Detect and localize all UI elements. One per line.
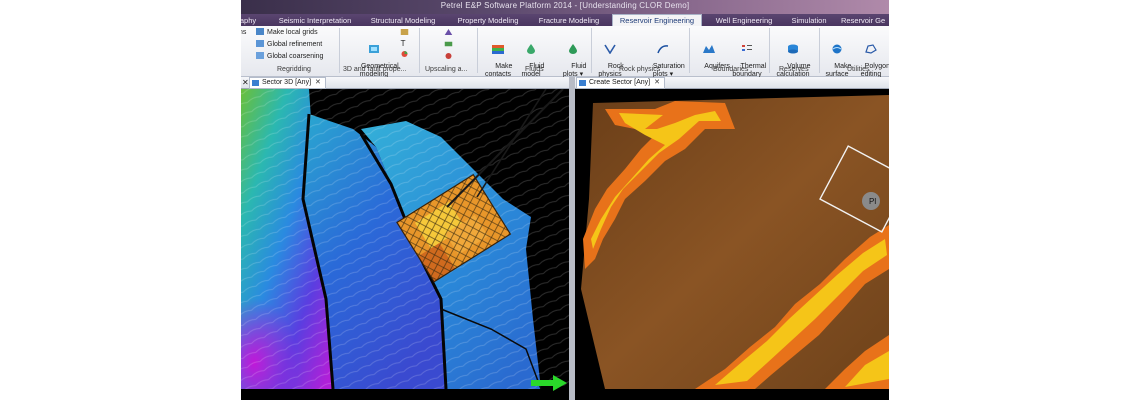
tab-seismic-interpretation[interactable]: Seismic Interpretation: [272, 15, 358, 26]
tab-property-modeling[interactable]: Property Modeling: [449, 15, 527, 26]
group-separator: [819, 28, 820, 73]
tab-reservoir-geomechanics[interactable]: Reservoir Ge: [841, 15, 889, 26]
geometry-icon: [369, 45, 379, 53]
tab-well-engineering[interactable]: Well Engineering: [709, 15, 779, 26]
surface-icon: [832, 44, 842, 54]
grid-icon: [256, 52, 264, 59]
contacts-icon: [492, 45, 504, 54]
sector-map-canvas: Pl: [581, 95, 889, 389]
3d-model-canvas: [241, 88, 569, 391]
petrel-window: Petrel E&P Software Platform 2014 - [Und…: [241, 0, 889, 400]
grid-icon: [400, 29, 408, 35]
group-separator: [689, 28, 690, 73]
rock-icon: [604, 44, 616, 54]
map-surface: [581, 95, 889, 389]
fluid-icon: [569, 44, 577, 54]
ribbon-tab-bar: aphy Seismic Interpretation Structural M…: [241, 14, 889, 27]
left-view-header: ✕ Sector 3D [Any] ✕: [241, 77, 569, 89]
upscale-icon: [445, 53, 451, 59]
saturation-icon: [657, 45, 669, 54]
upscaling-tool-button[interactable]: [441, 28, 455, 61]
group-label-boundaries: Boundaries: [713, 66, 749, 73]
make-local-grids-button[interactable]: Make local grids: [256, 28, 318, 37]
grid-icon: [256, 40, 264, 47]
thermal-icon: [742, 45, 752, 51]
group-separator: [339, 28, 340, 73]
group-label-fluids: Fluids: [525, 66, 544, 73]
fault-property-tool-button[interactable]: T: [398, 28, 410, 59]
group-label-rock-physics: Rock physics: [619, 66, 661, 73]
ribbon: ns Make local grids Global refinement Gl…: [241, 26, 889, 78]
volume-icon: [788, 44, 798, 54]
ribbon-fragment-ns: ns: [241, 29, 247, 36]
tab-sector-3d[interactable]: Sector 3D [Any] ✕: [249, 77, 326, 89]
window-title: Petrel E&P Software Platform 2014 - [Und…: [440, 1, 690, 10]
upscale-icon: [444, 41, 452, 47]
tab-geophysics[interactable]: aphy: [241, 15, 261, 26]
grid-icon: [256, 28, 264, 35]
close-icon[interactable]: ✕: [242, 78, 249, 87]
tab-fracture-modeling[interactable]: Fracture Modeling: [534, 15, 604, 26]
view-icon: [579, 80, 586, 86]
svg-text:T: T: [400, 39, 406, 47]
close-icon[interactable]: ✕: [315, 79, 321, 86]
selection-handle-label: Pl: [869, 197, 876, 206]
group-label-reserves: Reserves: [779, 66, 809, 73]
upscale-icon: [444, 29, 452, 35]
group-label-3d-fault-properties: 3D and fault prope...: [343, 66, 407, 73]
group-separator: [591, 28, 592, 73]
pie-icon: [401, 51, 407, 57]
text-icon: T: [400, 39, 406, 47]
global-coarsening-button[interactable]: Global coarsening: [256, 52, 323, 61]
group-label-upscaling: Upscaling a...: [425, 66, 468, 73]
group-label-regridding: Regridding: [277, 66, 311, 73]
group-label-utilities: Utilities: [847, 66, 870, 73]
group-separator: [769, 28, 770, 73]
polygon-icon: [865, 44, 877, 54]
tab-create-sector[interactable]: Create Sector [Any] ✕: [576, 77, 665, 89]
fluid-icon: [527, 44, 535, 54]
global-refinement-button[interactable]: Global refinement: [256, 40, 322, 49]
view-icon: [252, 80, 259, 86]
title-bar: Petrel E&P Software Platform 2014 - [Und…: [241, 0, 889, 14]
tab-structural-modeling[interactable]: Structural Modeling: [363, 15, 443, 26]
group-separator: [419, 28, 420, 73]
group-separator: [477, 28, 478, 73]
close-icon[interactable]: ✕: [654, 79, 660, 86]
tab-simulation[interactable]: Simulation: [786, 15, 832, 26]
right-view-header: Create Sector [Any] ✕: [575, 77, 889, 89]
sector-3d-viewport[interactable]: [241, 88, 569, 400]
aquifer-icon: [703, 45, 715, 53]
create-sector-viewport[interactable]: Pl: [575, 89, 889, 400]
